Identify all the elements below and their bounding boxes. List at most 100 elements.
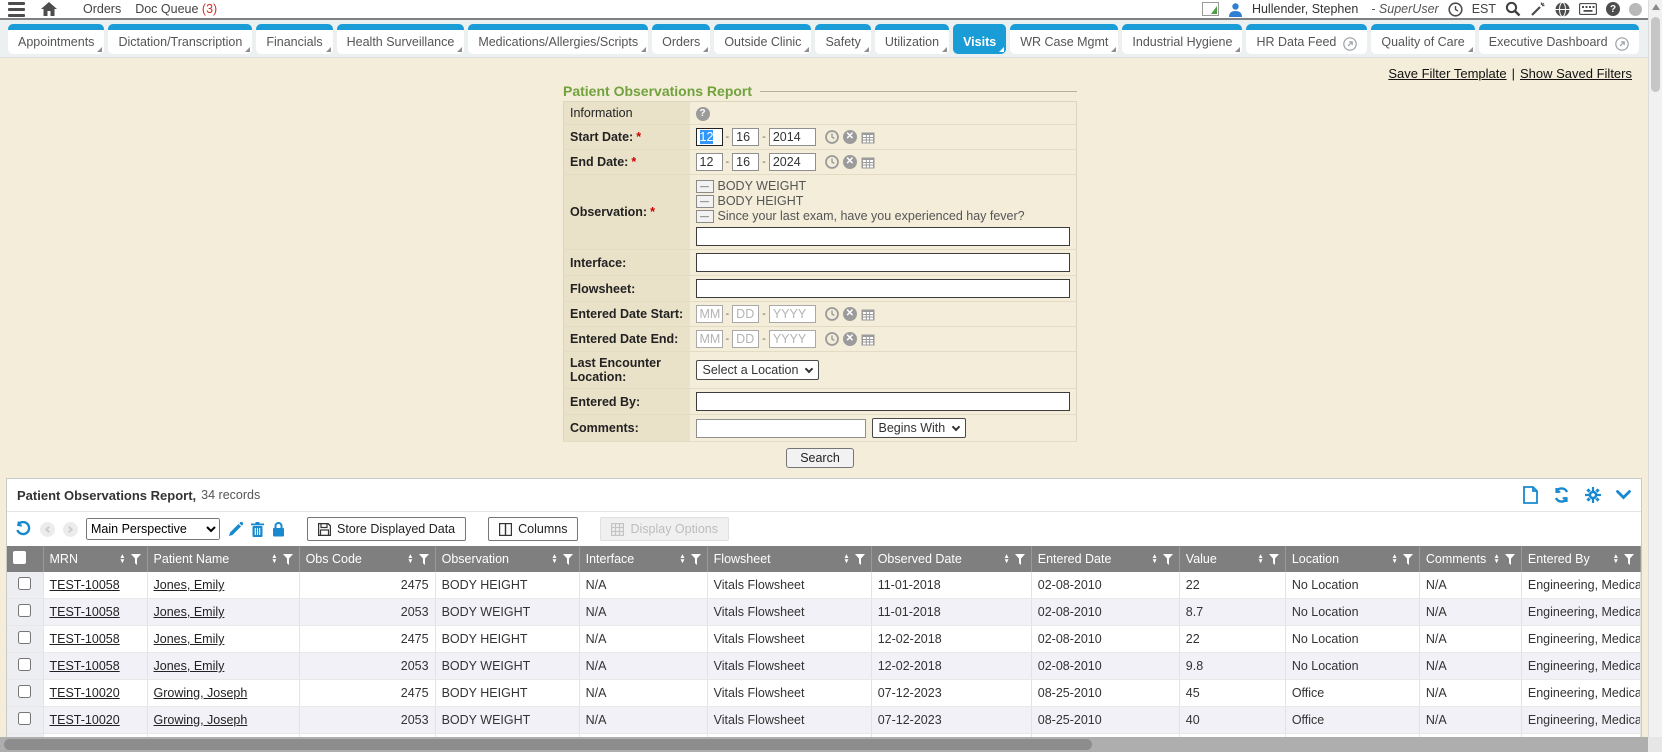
sort-icon[interactable]: ▲▼ — [1493, 554, 1499, 564]
export-document-icon[interactable] — [1523, 486, 1538, 504]
patient-name-link[interactable]: Growing, Joseph — [154, 686, 248, 700]
refresh-icon[interactable] — [1553, 487, 1570, 503]
tab-dictation-transcription[interactable]: Dictation/Transcription — [108, 24, 252, 54]
observation-search-input[interactable] — [696, 227, 1071, 246]
sort-icon[interactable]: ▲▼ — [407, 554, 413, 564]
row-checkbox[interactable] — [18, 658, 31, 671]
end-date-clear-icon[interactable]: ✕ — [843, 155, 857, 169]
patient-name-link[interactable]: Jones, Emily — [154, 578, 225, 592]
topnav-orders[interactable]: Orders — [83, 2, 121, 16]
edit-perspective-pencil-icon[interactable] — [228, 522, 243, 537]
start-date-now-icon[interactable] — [825, 130, 839, 144]
patient-name-link[interactable]: Jones, Emily — [154, 632, 225, 646]
entered-date-start-day-input[interactable]: DD — [732, 305, 759, 323]
screenshot-icon[interactable] — [1202, 2, 1219, 16]
sort-icon[interactable]: ▲▼ — [271, 554, 277, 564]
sort-icon[interactable]: ▲▼ — [1257, 554, 1263, 564]
column-header-mrn[interactable]: MRN▲▼ — [43, 546, 147, 572]
flowsheet-input[interactable] — [696, 279, 1071, 298]
column-header-comments[interactable]: Comments▲▼ — [1419, 546, 1521, 572]
reset-perspective-icon[interactable] — [15, 521, 32, 537]
row-checkbox[interactable] — [18, 604, 31, 617]
tab-orders[interactable]: Orders — [652, 24, 710, 54]
tab-health-surveillance[interactable]: Health Surveillance — [337, 24, 465, 54]
vertical-scrollbar[interactable] — [1648, 0, 1662, 752]
patient-name-link[interactable]: Jones, Emily — [154, 605, 225, 619]
entered-date-start-clear-icon[interactable]: ✕ — [843, 307, 857, 321]
tab-safety[interactable]: Safety — [815, 24, 870, 54]
entered-date-end-calendar-icon[interactable] — [861, 333, 875, 346]
mrn-link[interactable]: TEST-10058 — [50, 578, 120, 592]
horizontal-scrollbar[interactable] — [0, 737, 1648, 752]
entered-by-input[interactable] — [696, 392, 1071, 411]
filter-funnel-icon[interactable] — [1403, 554, 1413, 565]
globe-icon[interactable] — [1555, 2, 1570, 17]
keyboard-icon[interactable] — [1579, 3, 1597, 15]
horizontal-scrollbar-thumb[interactable] — [4, 739, 1092, 750]
tab-utilization[interactable]: Utilization — [875, 24, 949, 54]
tab-quality-of-care[interactable]: Quality of Care — [1371, 24, 1474, 54]
tab-financials[interactable]: Financials — [256, 24, 332, 54]
search-button[interactable]: Search — [786, 448, 854, 468]
last-encounter-location-select[interactable]: Select a Location — [696, 360, 820, 380]
entered-date-start-calendar-icon[interactable] — [861, 308, 875, 321]
magic-wand-icon[interactable] — [1530, 1, 1546, 17]
column-header-entered-date[interactable]: Entered Date▲▼ — [1031, 546, 1179, 572]
tab-outside-clinic[interactable]: Outside Clinic — [714, 24, 811, 54]
column-header-value[interactable]: Value▲▼ — [1179, 546, 1285, 572]
sort-icon[interactable]: ▲▼ — [679, 554, 685, 564]
column-header-observation[interactable]: Observation▲▼ — [435, 546, 579, 572]
filter-funnel-icon[interactable] — [691, 554, 701, 565]
end-date-calendar-icon[interactable] — [861, 156, 875, 169]
sort-icon[interactable]: ▲▼ — [551, 554, 557, 564]
filter-funnel-icon[interactable] — [283, 554, 293, 565]
entered-date-end-now-icon[interactable] — [825, 332, 839, 346]
filter-funnel-icon[interactable] — [131, 554, 141, 565]
interface-input[interactable] — [696, 253, 1071, 272]
column-header-observed-date[interactable]: Observed Date▲▼ — [871, 546, 1031, 572]
column-header-obs-code[interactable]: Obs Code▲▼ — [299, 546, 435, 572]
settings-gear-icon[interactable] — [1585, 487, 1601, 503]
row-checkbox[interactable] — [18, 577, 31, 590]
lock-perspective-icon[interactable] — [272, 522, 285, 537]
start-date-day-input[interactable]: 16 — [732, 128, 759, 146]
column-header-patient-name[interactable]: Patient Name▲▼ — [147, 546, 299, 572]
show-saved-filters-link[interactable]: Show Saved Filters — [1520, 66, 1632, 81]
home-icon[interactable] — [41, 2, 57, 16]
tab-executive-dashboard[interactable]: Executive Dashboard — [1479, 24, 1639, 54]
comments-match-select[interactable]: Begins With — [872, 418, 967, 438]
save-filter-template-link[interactable]: Save Filter Template — [1388, 66, 1506, 81]
column-header-location[interactable]: Location▲▼ — [1285, 546, 1419, 572]
entered-date-start-month-input[interactable]: MM — [696, 305, 723, 323]
entered-date-end-day-input[interactable]: DD — [732, 330, 759, 348]
start-date-calendar-icon[interactable] — [861, 131, 875, 144]
tab-industrial-hygiene[interactable]: Industrial Hygiene — [1122, 24, 1242, 54]
tab-hr-data-feed[interactable]: HR Data Feed — [1246, 24, 1367, 54]
perspective-select[interactable]: Main Perspective — [86, 518, 220, 540]
row-checkbox[interactable] — [18, 685, 31, 698]
entered-date-start-year-input[interactable]: YYYY — [769, 305, 816, 323]
filter-funnel-icon[interactable] — [1015, 554, 1025, 565]
start-date-year-input[interactable]: 2014 — [769, 128, 816, 146]
end-date-now-icon[interactable] — [825, 155, 839, 169]
entered-date-start-now-icon[interactable] — [825, 307, 839, 321]
column-header-flowsheet[interactable]: Flowsheet▲▼ — [707, 546, 871, 572]
start-date-clear-icon[interactable]: ✕ — [843, 130, 857, 144]
mrn-link[interactable]: TEST-10058 — [50, 632, 120, 646]
collapse-panel-chevron-icon[interactable] — [1616, 490, 1631, 500]
mrn-link[interactable]: TEST-10058 — [50, 659, 120, 673]
end-date-month-input[interactable]: 12 — [696, 153, 723, 171]
start-date-month-input[interactable]: 12 — [696, 128, 723, 146]
information-help-icon[interactable]: ? — [696, 107, 710, 121]
sort-icon[interactable]: ▲▼ — [1613, 554, 1619, 564]
vertical-scrollbar-thumb[interactable] — [1651, 17, 1660, 92]
filter-funnel-icon[interactable] — [1505, 554, 1515, 565]
sort-icon[interactable]: ▲▼ — [119, 554, 125, 564]
filter-funnel-icon[interactable] — [419, 554, 429, 565]
row-checkbox[interactable] — [18, 631, 31, 644]
filter-funnel-icon[interactable] — [1269, 554, 1279, 565]
entered-date-end-month-input[interactable]: MM — [696, 330, 723, 348]
column-header-entered-by[interactable]: Entered By▲▼ — [1521, 546, 1640, 572]
end-date-day-input[interactable]: 16 — [732, 153, 759, 171]
search-icon[interactable] — [1505, 1, 1521, 17]
